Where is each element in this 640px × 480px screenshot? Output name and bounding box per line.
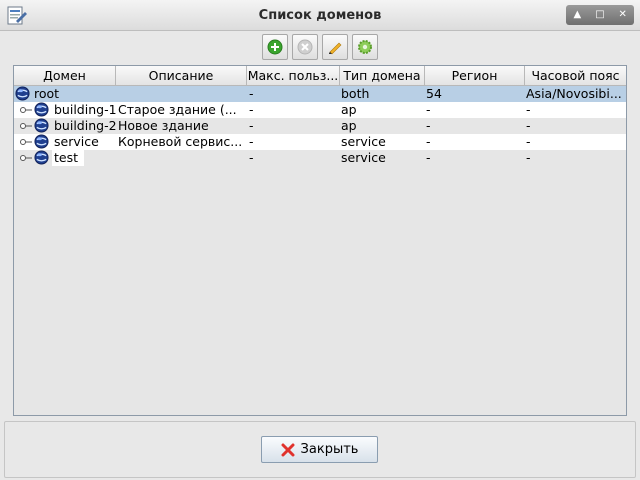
timezone: Asia/Novosibi... <box>526 86 622 101</box>
add-domain-button[interactable] <box>262 34 288 60</box>
toolbar <box>0 34 640 62</box>
window-controls: ▲ □ ✕ <box>566 5 634 25</box>
domain-description: Корневой сервис... <box>118 134 243 149</box>
max-users: - <box>249 134 254 149</box>
domain-type: service <box>341 150 386 165</box>
tree-node-icon[interactable] <box>19 150 33 166</box>
domain-description: Новое здание <box>118 118 209 133</box>
domain-description: Старое здание (... <box>118 102 237 117</box>
globe-icon <box>34 150 49 165</box>
domain-name: test <box>52 150 84 166</box>
region: - <box>426 134 431 149</box>
table-row[interactable]: building-2 Новое здание - ap - - <box>14 118 626 134</box>
maximize-up-icon[interactable]: ▲ <box>567 5 587 25</box>
domain-type: both <box>341 86 370 101</box>
domain-table[interactable]: Домен Описание Макс. польз... Тип домена… <box>13 65 627 416</box>
domain-description <box>118 150 246 166</box>
close-x-icon <box>281 443 295 456</box>
table-row[interactable]: root - both 54 Asia/Novosibi... <box>14 86 626 102</box>
domain-name: service <box>54 134 99 149</box>
max-users: - <box>249 150 254 165</box>
close-window-icon[interactable]: ✕ <box>613 5 633 25</box>
globe-icon <box>34 102 49 117</box>
max-users: - <box>249 118 254 133</box>
column-header-description[interactable]: Описание <box>116 66 247 85</box>
max-users: - <box>249 102 254 117</box>
tree-node-icon[interactable] <box>19 118 33 134</box>
pencil-icon <box>329 42 342 55</box>
tree-node-icon[interactable] <box>19 102 33 118</box>
table-header: Домен Описание Макс. польз... Тип домена… <box>14 66 626 86</box>
settings-button[interactable] <box>352 34 378 60</box>
restore-icon[interactable]: □ <box>590 5 610 25</box>
domain-name: building-1 <box>54 102 117 117</box>
domain-type: service <box>341 134 386 149</box>
tree-node-icon[interactable] <box>19 134 33 150</box>
timezone: - <box>526 102 531 117</box>
edit-domain-button[interactable] <box>322 34 348 60</box>
domain-type: ap <box>341 118 357 133</box>
globe-icon <box>34 134 49 149</box>
column-header-region[interactable]: Регион <box>425 66 525 85</box>
column-header-domain[interactable]: Домен <box>14 66 116 85</box>
timezone: - <box>526 134 531 149</box>
close-button-label: Закрыть <box>300 442 359 457</box>
domain-name: building-2 <box>54 118 117 133</box>
region: 54 <box>426 86 442 101</box>
title-bar[interactable]: Список доменов ▲ □ ✕ <box>0 0 640 31</box>
region: - <box>426 118 431 133</box>
add-icon <box>267 39 283 55</box>
table-row[interactable]: building-1 Старое здание (... - ap - - <box>14 102 626 118</box>
delete-icon <box>297 39 313 55</box>
table-row[interactable]: service Корневой сервис... - service - - <box>14 134 626 150</box>
table-row[interactable]: test - service - - <box>14 150 626 166</box>
delete-domain-button[interactable] <box>292 34 318 60</box>
column-header-timezone[interactable]: Часовой пояс <box>525 66 626 85</box>
timezone: - <box>526 150 531 165</box>
domain-type: ap <box>341 102 357 117</box>
region: - <box>426 102 431 117</box>
timezone: - <box>526 118 531 133</box>
window-title: Список доменов <box>258 8 382 23</box>
column-header-max-users[interactable]: Макс. польз... <box>247 66 340 85</box>
globe-icon <box>15 86 30 101</box>
close-button[interactable]: Закрыть <box>261 436 378 463</box>
gear-icon <box>358 40 372 54</box>
max-users: - <box>249 86 254 101</box>
region: - <box>426 150 431 165</box>
domain-description <box>118 86 246 102</box>
column-header-domain-type[interactable]: Тип домена <box>340 66 425 85</box>
globe-icon <box>34 118 49 133</box>
domain-name: root <box>34 86 60 101</box>
